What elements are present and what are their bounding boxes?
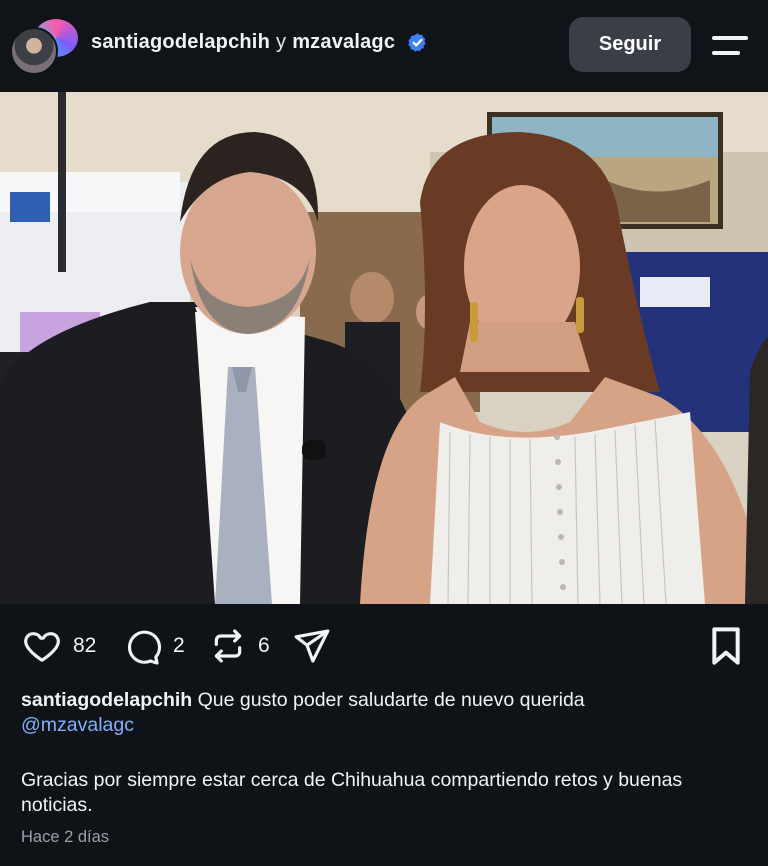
post-timestamp: Hace 2 días <box>21 828 110 846</box>
author-names: santiagodelapchih y mzavalagc <box>91 31 428 54</box>
caption-username[interactable]: santiagodelapchih <box>21 689 192 711</box>
save-action[interactable] <box>709 626 743 671</box>
like-action[interactable]: 82 <box>21 626 96 666</box>
author-username-1[interactable]: santiagodelapchih <box>91 31 270 54</box>
comment-count: 2 <box>173 634 185 657</box>
like-count: 82 <box>73 634 97 657</box>
comment-action[interactable]: 2 <box>121 626 185 666</box>
avatar-stack[interactable] <box>10 15 80 75</box>
caption: santiagodelapchih Que gusto poder saluda… <box>21 688 741 738</box>
author-username-2[interactable]: mzavalagc <box>292 31 395 54</box>
share-action[interactable] <box>291 626 333 666</box>
action-bar: 82 2 6 <box>0 604 768 688</box>
heart-icon[interactable] <box>21 626 63 666</box>
caption-mention[interactable]: @mzavalagc <box>21 714 134 736</box>
bookmark-icon[interactable] <box>709 626 743 666</box>
post-header: santiagodelapchih y mzavalagc Seguir <box>0 0 768 92</box>
send-icon[interactable] <box>291 626 333 666</box>
verified-badge-icon <box>408 33 426 52</box>
avatar-primary[interactable] <box>10 27 58 75</box>
repost-count: 6 <box>258 634 270 657</box>
author-conjunction: y <box>276 31 287 53</box>
repost-icon[interactable] <box>208 626 248 666</box>
follow-button[interactable]: Seguir <box>569 17 691 72</box>
comment-icon[interactable] <box>121 626 163 666</box>
repost-action[interactable]: 6 <box>208 626 270 666</box>
post-photo[interactable] <box>0 92 768 604</box>
caption-paragraph: Gracias por siempre estar cerca de Chihu… <box>21 769 683 816</box>
post-image <box>0 92 768 604</box>
caption-text: Que gusto poder saludarte de nuevo queri… <box>197 689 585 711</box>
menu-icon[interactable] <box>708 30 752 60</box>
